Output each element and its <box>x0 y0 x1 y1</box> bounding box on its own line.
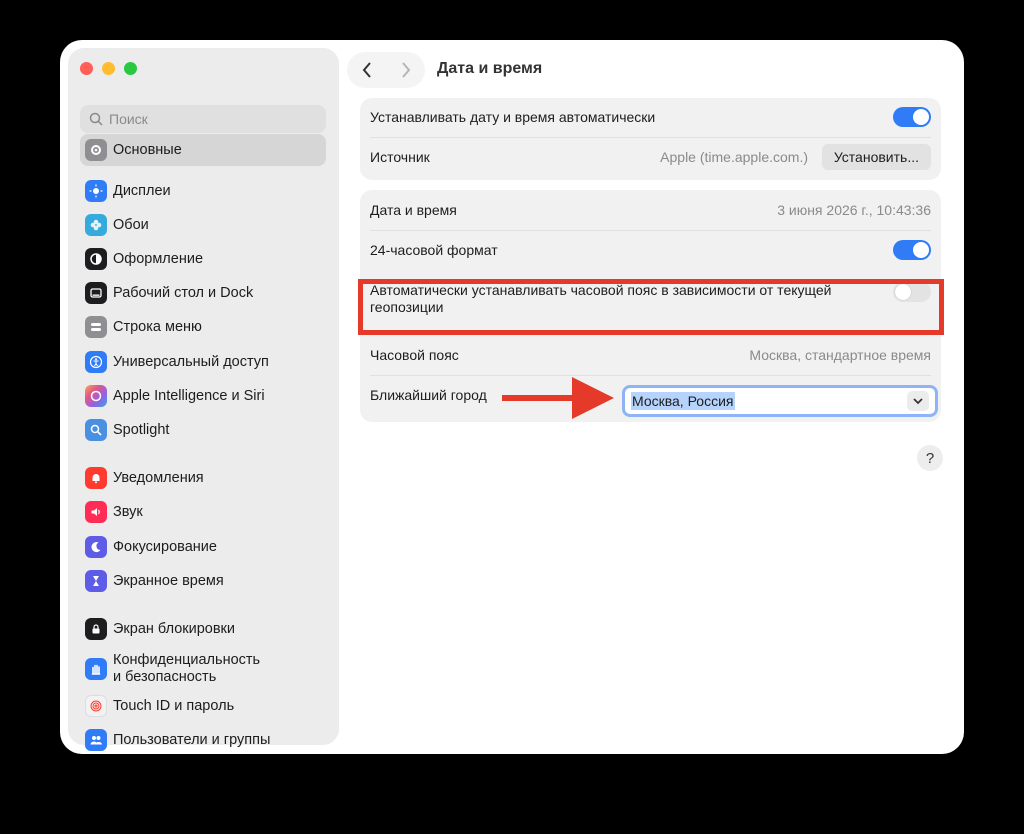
fingerprint-icon <box>85 695 107 717</box>
sidebar-item-label: Обои <box>113 217 149 233</box>
gear-icon <box>85 139 107 161</box>
toolbar: Дата и время <box>347 52 947 90</box>
sidebar-item-label: Уведомления <box>113 470 204 486</box>
bell-icon <box>85 467 107 489</box>
sidebar-item-siri[interactable]: Apple Intelligence и Siri <box>80 380 326 412</box>
lock-icon <box>85 618 107 640</box>
sidebar-item-spotlight[interactable]: Spotlight <box>80 414 326 446</box>
page-title: Дата и время <box>437 60 543 77</box>
accessibility-icon <box>85 351 107 373</box>
sidebar: Поиск Основные Дисплеи Обои Оформление Р… <box>68 48 339 751</box>
auto-time-panel: Устанавливать дату и время автоматически… <box>360 98 941 180</box>
closest-city-select[interactable]: Москва, Россия <box>622 385 938 417</box>
sidebar-item-label: Основные <box>113 142 182 158</box>
search-icon <box>89 112 103 126</box>
sidebar-item-label: Пользователи и группы <box>113 732 271 748</box>
timezone-label: Часовой пояс <box>370 347 459 363</box>
sidebar-item-wallpaper[interactable]: Обои <box>80 209 326 241</box>
auto-datetime-toggle[interactable] <box>893 107 931 127</box>
sidebar-item-label: Spotlight <box>113 422 170 438</box>
help-button[interactable]: ? <box>917 445 943 471</box>
moon-icon <box>85 536 107 558</box>
format24-row: 24-часовой формат <box>370 230 931 270</box>
datetime-row: Дата и время 3 июня 2026 г., 10:43:36 <box>370 190 931 230</box>
source-label: Источник <box>370 149 430 165</box>
search-field[interactable]: Поиск <box>80 105 326 133</box>
siri-icon <box>85 385 107 407</box>
sidebar-item-privacy[interactable]: Конфиденциальность и безопасность <box>80 651 326 687</box>
sidebar-item-appearance[interactable]: Оформление <box>80 243 326 275</box>
sidebar-item-label: Экран блокировки <box>113 621 235 637</box>
datetime-value[interactable]: 3 июня 2026 г., 10:43:36 <box>777 202 931 218</box>
annotation-highlight-box <box>358 279 944 335</box>
sidebar-item-label: Дисплеи <box>113 183 171 199</box>
users-icon <box>85 729 107 751</box>
source-value: Apple (time.apple.com.) <box>660 149 808 165</box>
sidebar-item-label: Звук <box>113 504 143 520</box>
sidebar-item-displays[interactable]: Дисплеи <box>80 175 326 207</box>
appearance-icon <box>85 248 107 270</box>
sidebar-item-general[interactable]: Основные <box>80 134 326 166</box>
sidebar-item-accessibility[interactable]: Универсальный доступ <box>80 346 326 378</box>
sidebar-item-screen-time[interactable]: Экранное время <box>80 565 326 597</box>
zoom-window-button[interactable] <box>124 62 137 75</box>
chevron-left-icon <box>362 62 371 78</box>
navigation-buttons <box>347 52 425 88</box>
format24-toggle[interactable] <box>893 240 931 260</box>
sidebar-item-lock-screen[interactable]: Экран блокировки <box>80 613 326 645</box>
sidebar-item-label: Apple Intelligence и Siri <box>113 388 265 404</box>
sidebar-item-notifications[interactable]: Уведомления <box>80 462 326 494</box>
sidebar-item-label: Конфиденциальность и безопасность <box>113 652 260 686</box>
format24-label: 24-часовой формат <box>370 242 498 258</box>
auto-datetime-row: Устанавливать дату и время автоматически <box>370 98 931 136</box>
chevron-down-icon[interactable] <box>907 391 929 411</box>
sidebar-item-label: Фокусирование <box>113 539 217 555</box>
menubar-icon <box>85 316 107 338</box>
source-row: Источник Apple (time.apple.com.) Установ… <box>370 138 931 176</box>
sidebar-item-label: Экранное время <box>113 573 224 589</box>
sidebar-item-label-line2: и безопасность <box>113 669 217 685</box>
forward-button[interactable] <box>386 52 425 88</box>
chevron-right-icon <box>401 62 410 78</box>
closest-city-value[interactable]: Москва, Россия <box>631 392 735 410</box>
sidebar-item-label: Оформление <box>113 251 204 267</box>
datetime-label: Дата и время <box>370 202 457 218</box>
sidebar-item-label: Универсальный доступ <box>113 354 269 370</box>
hand-icon <box>85 658 107 680</box>
sidebar-item-focus[interactable]: Фокусирование <box>80 531 326 563</box>
minimize-window-button[interactable] <box>102 62 115 75</box>
sidebar-item-sound[interactable]: Звук <box>80 496 326 528</box>
sidebar-item-label: Рабочий стол и Dock <box>113 285 254 301</box>
flower-icon <box>85 214 107 236</box>
sidebar-item-users-groups[interactable]: Пользователи и группы <box>80 724 326 754</box>
closest-city-label: Ближайший город <box>370 387 487 403</box>
spotlight-icon <box>85 419 107 441</box>
timezone-value: Москва, стандартное время <box>749 347 931 363</box>
settings-window: Поиск Основные Дисплеи Обои Оформление Р… <box>60 40 964 754</box>
speaker-icon <box>85 501 107 523</box>
annotation-arrow <box>502 377 614 419</box>
auto-datetime-label: Устанавливать дату и время автоматически <box>370 109 656 125</box>
back-button[interactable] <box>347 52 386 88</box>
set-source-button[interactable]: Установить... <box>821 144 931 170</box>
sidebar-item-touch-id[interactable]: Touch ID и пароль <box>80 690 326 722</box>
sidebar-item-desktop-dock[interactable]: Рабочий стол и Dock <box>80 277 326 309</box>
close-window-button[interactable] <box>80 62 93 75</box>
search-placeholder: Поиск <box>109 111 148 127</box>
hourglass-icon <box>85 570 107 592</box>
dock-icon <box>85 282 107 304</box>
sidebar-item-label-line1: Конфиденциальность <box>113 652 261 668</box>
timezone-row: Часовой пояс Москва, стандартное время <box>370 336 931 374</box>
sun-icon <box>85 180 107 202</box>
traffic-lights <box>80 62 137 75</box>
sidebar-item-label: Touch ID и пароль <box>113 698 235 714</box>
sidebar-item-label: Строка меню <box>113 319 202 335</box>
sidebar-item-menubar[interactable]: Строка меню <box>80 311 326 343</box>
